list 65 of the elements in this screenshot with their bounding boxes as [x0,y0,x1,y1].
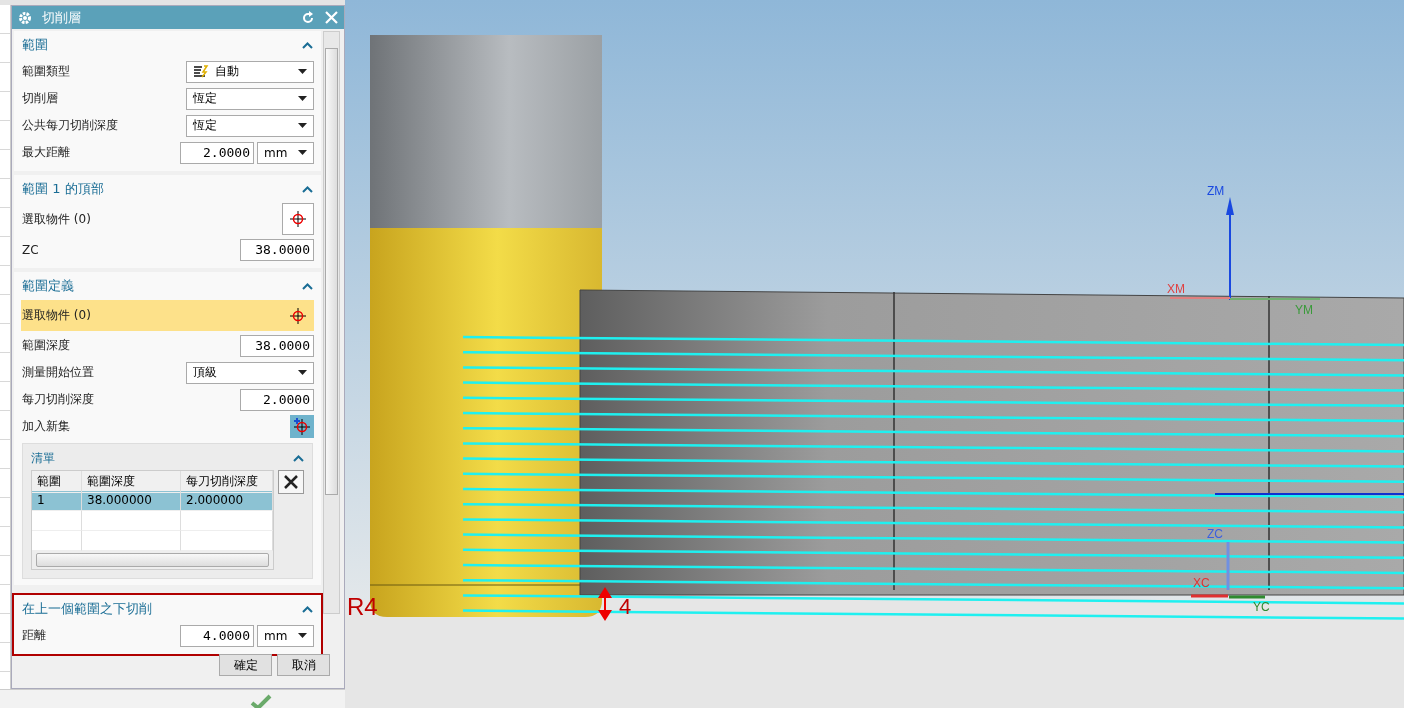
vertical-scrollbar[interactable] [323,31,340,614]
axis-label: ZM [1207,184,1225,198]
current-axes-icon [1191,542,1265,599]
double-arrow-icon [598,587,612,621]
field-label: 加入新集 [22,418,70,435]
section-title: 範圍 1 的頂部 [22,180,104,198]
caret-icon [298,96,307,101]
check-icon[interactable] [250,694,272,708]
number-field[interactable]: 38.0000 [240,334,314,357]
select-object-button[interactable] [282,203,314,235]
collapse-icon[interactable] [302,283,313,290]
section-title: 範圍 [22,36,48,54]
work-axes-icon [1169,197,1321,301]
axis-label: ZC [1207,527,1223,541]
field-label: 選取物件 (0) [22,307,91,324]
ok-button[interactable]: 確定 [219,654,272,676]
collapse-icon[interactable] [302,606,313,613]
dropdown[interactable]: 頂級 [186,361,314,384]
add-crosshair-icon [292,416,312,437]
dropdown[interactable]: 恆定 [186,87,314,110]
field-label: ZC [22,242,39,257]
dropdown[interactable]: 自動 [186,60,314,83]
cancel-button[interactable]: 取消 [277,654,330,676]
axis-label: XM [1167,282,1185,296]
caret-icon [298,150,307,155]
number-field[interactable]: 4.0000 [180,624,254,647]
delete-button[interactable] [278,470,304,494]
field-label: 切削層 [22,90,58,107]
auto-list-icon [193,64,209,79]
close-icon[interactable] [325,11,338,24]
table-row[interactable]: 1 38.000000 2.000000 [32,491,273,511]
field-label: 最大距離 [22,144,70,161]
caret-icon [298,633,307,638]
gear-icon [18,10,32,25]
axis-label: YC [1253,600,1270,614]
unit-dropdown[interactable]: mm [257,141,314,164]
field-label: 範圍深度 [22,337,70,354]
caret-icon [298,123,307,128]
section-title: 在上一個範圍之下切削 [22,600,152,618]
number-field[interactable]: 2.0000 [240,388,314,411]
crosshair-icon [288,209,308,229]
number-field[interactable]: 38.0000 [240,238,314,261]
caret-icon [298,69,307,74]
number-field[interactable]: 2.0000 [180,141,254,164]
add-set-button[interactable] [290,415,314,438]
field-label: 測量開始位置 [22,364,94,381]
collapse-icon[interactable] [293,455,304,462]
dropdown[interactable]: 恆定 [186,114,314,137]
collapse-icon[interactable] [302,186,313,193]
crosshair-icon [288,305,308,326]
horizontal-scrollbar[interactable] [32,551,273,569]
field-label: 範圍類型 [22,63,70,80]
axis-label: YM [1295,303,1313,317]
field-label: 距離 [22,627,46,644]
field-label: 選取物件 (0) [22,210,91,228]
field-label: 每刀切削深度 [22,391,94,408]
caret-icon [298,370,307,375]
collapse-icon[interactable] [302,42,313,49]
reset-icon[interactable] [301,10,315,25]
unit-dropdown[interactable]: mm [257,624,314,647]
close-icon [284,475,298,489]
section-title: 範圍定義 [22,277,74,295]
list-title: 清單 [31,449,55,467]
window-title: 切削層 [42,8,82,27]
field-label: 公共每刀切削深度 [22,117,118,134]
